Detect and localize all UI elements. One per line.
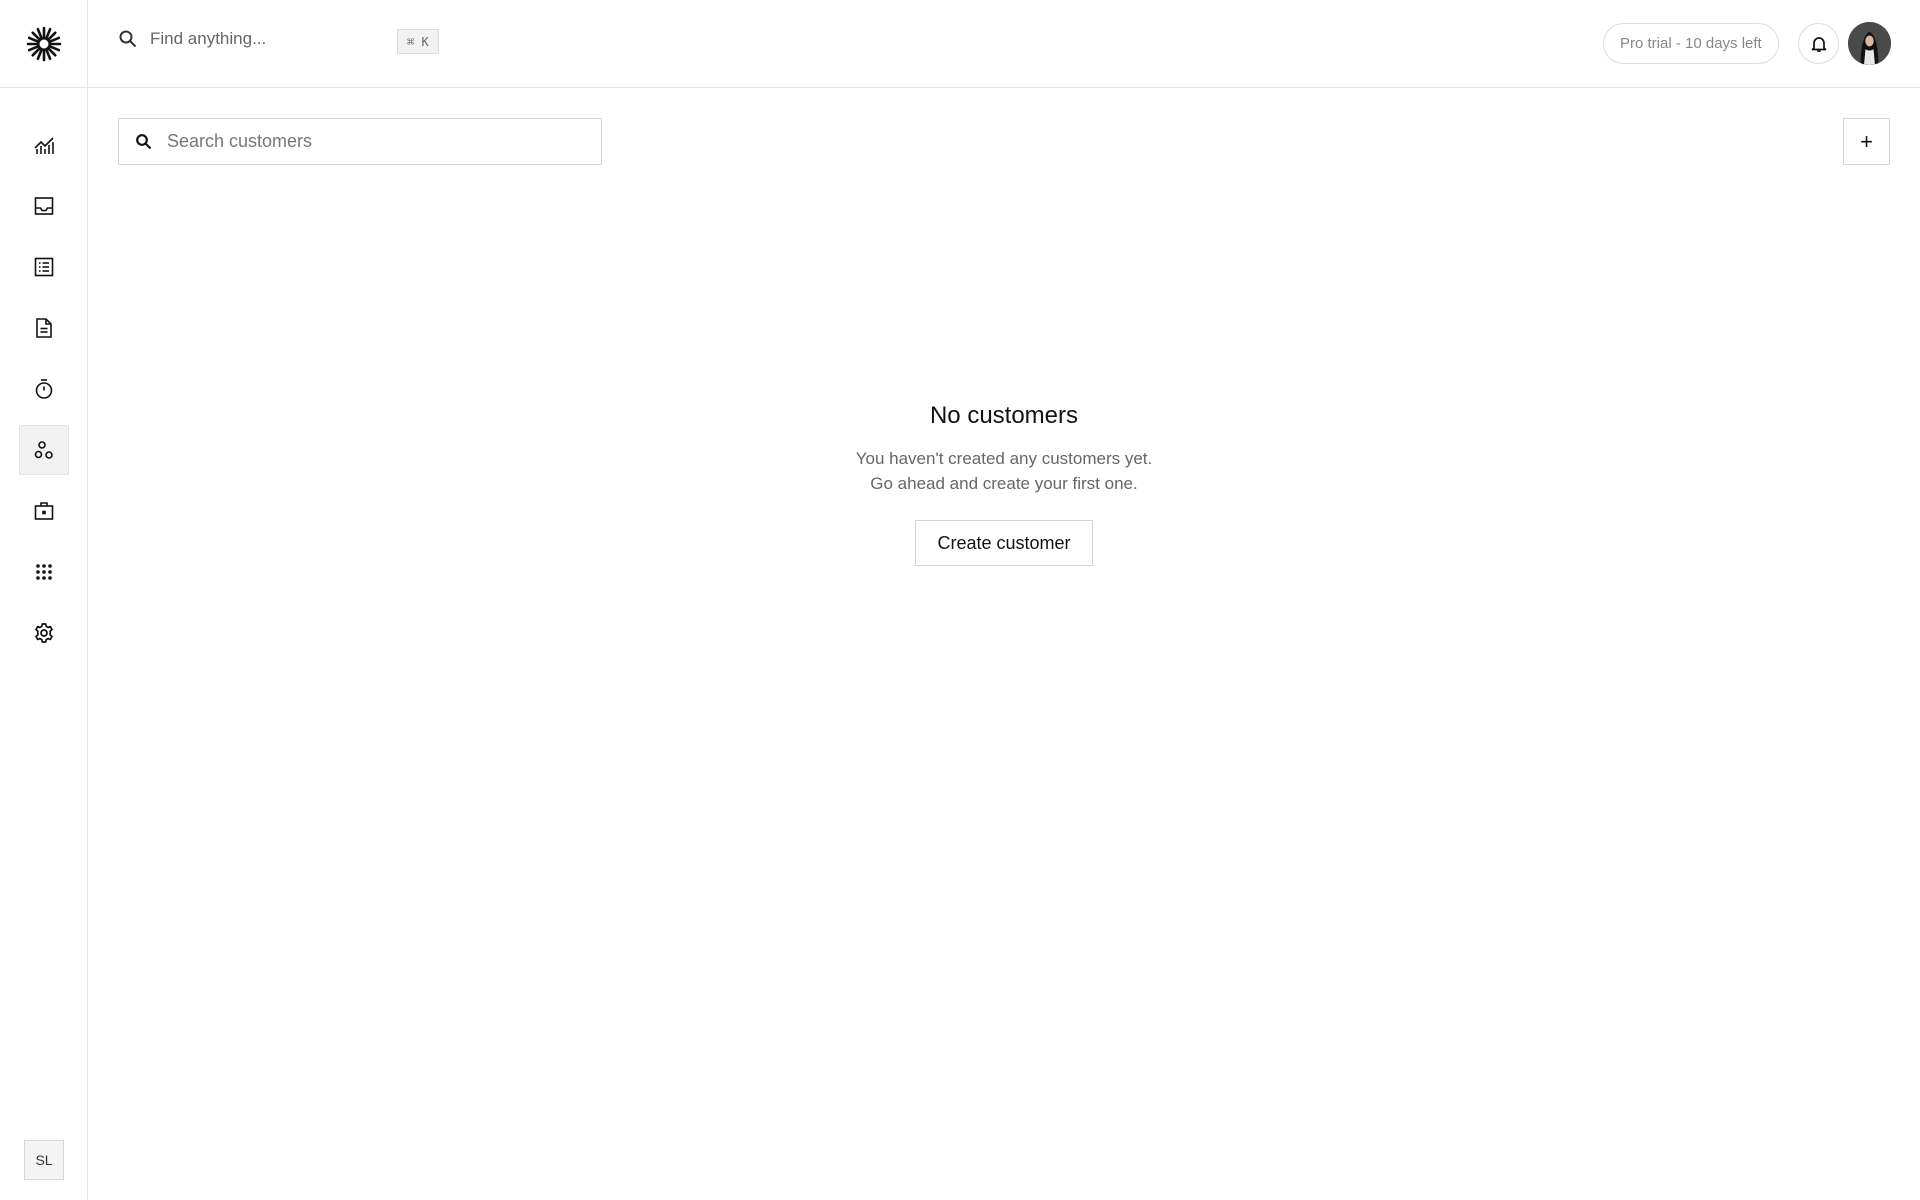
customer-search[interactable] — [118, 118, 602, 165]
nav-transactions[interactable] — [19, 242, 69, 292]
list-icon — [34, 257, 54, 277]
document-icon — [36, 318, 52, 338]
search-icon — [136, 133, 152, 149]
nav-overview[interactable] — [19, 120, 69, 170]
avatar[interactable] — [1848, 22, 1891, 65]
nav-customers[interactable] — [19, 425, 69, 475]
sidebar: SL — [0, 0, 88, 1200]
global-search[interactable]: Find anything... — [118, 29, 395, 49]
nav-settings[interactable] — [19, 608, 69, 658]
gear-icon — [35, 623, 53, 643]
top-header: Find anything... ⌘ K Pro trial - 10 days… — [88, 0, 1920, 88]
app-logo[interactable] — [0, 0, 88, 88]
apps-grid-icon — [36, 564, 52, 580]
nav-invoices[interactable] — [19, 303, 69, 353]
bell-icon — [1811, 36, 1826, 52]
timer-icon — [35, 379, 53, 399]
sidebar-nav — [19, 120, 69, 669]
customer-search-input[interactable] — [165, 130, 585, 153]
briefcase-icon — [34, 502, 54, 520]
empty-state-description: You haven't created any customers yet. G… — [88, 446, 1920, 496]
create-customer-button[interactable]: Create customer — [915, 520, 1093, 566]
nav-tracker[interactable] — [19, 364, 69, 414]
avatar-image — [1848, 22, 1891, 65]
empty-state-line-2: Go ahead and create your first one. — [870, 474, 1138, 493]
shortcut-hint: ⌘ K — [397, 29, 439, 54]
inbox-icon — [34, 197, 54, 215]
logo-icon — [26, 26, 62, 61]
nav-apps[interactable] — [19, 547, 69, 597]
empty-state: No customers You haven't created any cus… — [88, 400, 1920, 566]
nav-vault[interactable] — [19, 486, 69, 536]
empty-state-line-1: You haven't created any customers yet. — [855, 449, 1153, 468]
search-icon — [119, 30, 137, 48]
global-search-placeholder: Find anything... — [150, 29, 267, 48]
empty-state-title: No customers — [929, 402, 1079, 429]
chart-line-icon — [34, 137, 54, 154]
nav-inbox[interactable] — [19, 181, 69, 231]
trial-badge[interactable]: Pro trial - 10 days left — [1603, 23, 1779, 64]
user-initials-button[interactable]: SL — [24, 1140, 64, 1180]
notifications-button[interactable] — [1798, 23, 1839, 64]
customers-icon — [34, 441, 53, 459]
add-customer-button[interactable]: + — [1843, 118, 1890, 165]
